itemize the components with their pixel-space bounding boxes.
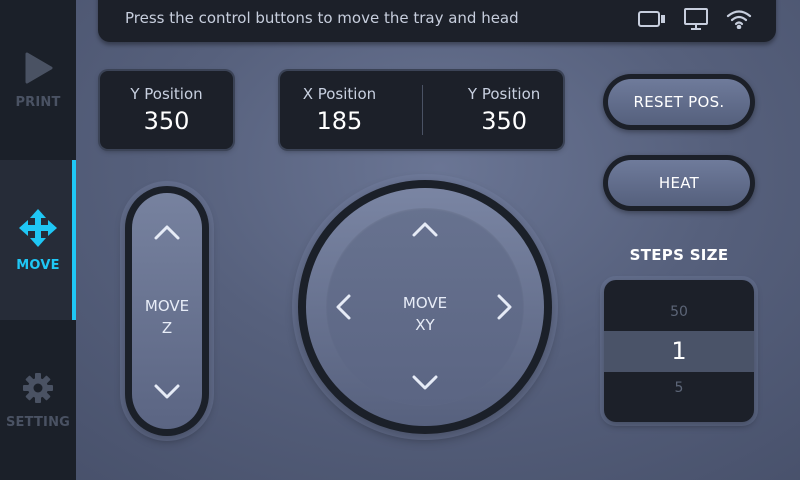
move-xy-line2: XY [415,316,435,334]
sidebar-item-label: SETTING [5,414,71,430]
y-position-value: 350 [481,107,527,135]
move-xy-line1: MOVE [402,294,448,312]
status-bar: Press the control buttons to move the tr… [98,0,776,42]
play-icon [21,51,55,89]
y-down-button[interactable] [411,374,439,392]
sidebar-item-print[interactable]: PRINT [0,0,76,160]
steps-size-title: STEPS SIZE [629,246,729,264]
z-position-value: 350 [143,107,190,135]
y-up-button[interactable] [411,220,439,238]
z-position-label: Y Position [130,85,203,103]
divider [421,85,423,135]
sidebar-item-setting[interactable]: SETTING [0,320,76,480]
steps-size-picker[interactable]: 50 1 5 [604,280,754,422]
sidebar-item-label: MOVE [16,257,60,273]
step-option[interactable]: 5 [604,380,754,396]
sidebar: PRINT MOVE SETTING [0,0,76,480]
z-up-button[interactable] [153,223,181,241]
step-option[interactable]: 50 [604,304,754,320]
reset-position-button[interactable]: RESET POS. [603,74,755,130]
move-z-line2: Z [161,319,173,337]
gear-icon [21,371,55,409]
x-position-value: 185 [316,107,363,135]
sidebar-item-label: PRINT [15,94,61,110]
heat-label: HEAT [608,160,750,206]
move-z-control: MOVE Z [125,186,209,436]
z-position-panel: Y Position 350 [100,71,233,149]
move-arrows-icon [18,208,58,252]
move-xy-control: MOVE XY [298,180,552,434]
z-down-button[interactable] [153,383,181,401]
reset-position-label: RESET POS. [608,79,750,125]
move-z-label: MOVE Z [132,295,202,339]
sidebar-item-move[interactable]: MOVE [0,160,76,320]
card-reader-icon [638,10,666,28]
wifi-icon [726,9,752,29]
step-option-selected[interactable]: 1 [604,331,754,372]
heat-button[interactable]: HEAT [603,155,755,211]
y-position-label: Y Position [467,85,541,103]
status-message: Press the control buttons to move the tr… [125,9,519,27]
move-z-line1: MOVE [144,297,190,315]
x-position-label: X Position [302,85,377,103]
move-xy-label: MOVE XY [306,292,544,336]
xy-position-panel: X Position 185 Y Position 350 [280,71,563,149]
monitor-icon [684,8,708,30]
